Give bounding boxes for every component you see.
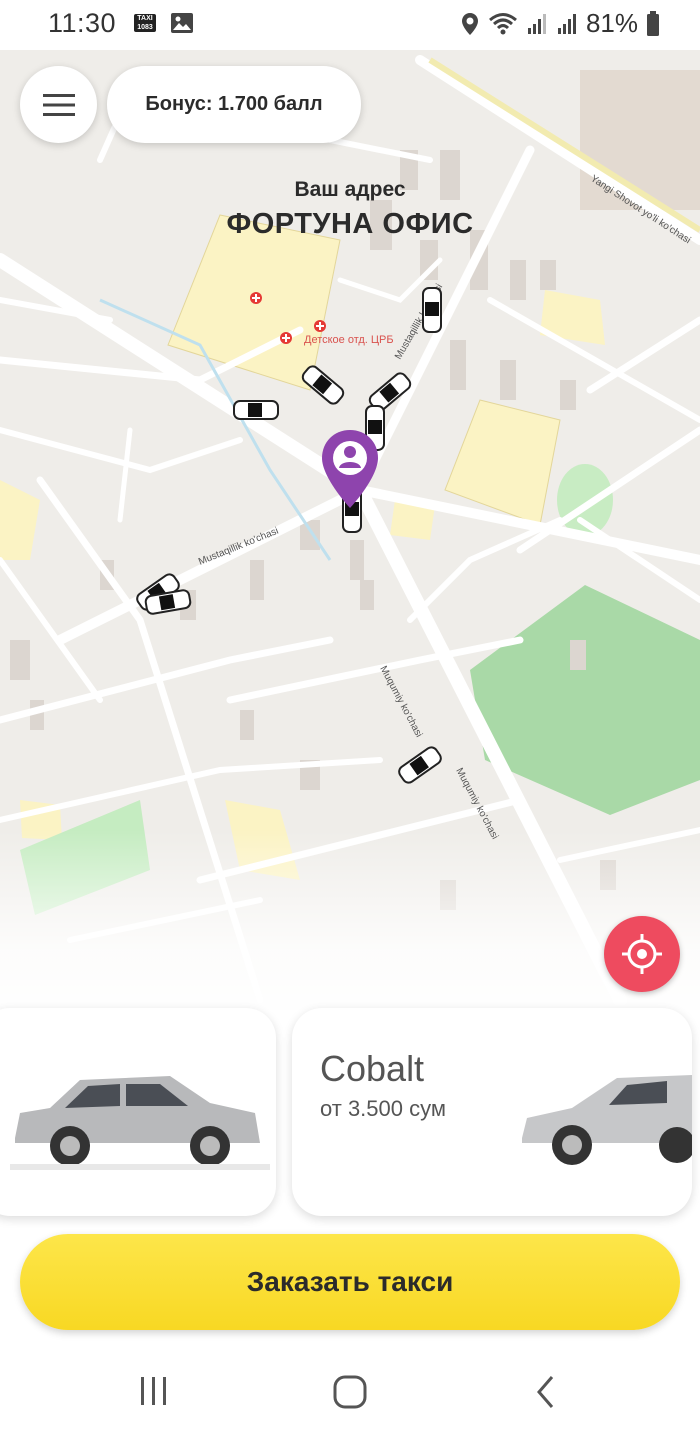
order-taxi-label: Заказать такси bbox=[246, 1266, 454, 1297]
signal-icon bbox=[557, 13, 576, 34]
back-icon[interactable] bbox=[534, 1374, 558, 1410]
system-nav-bar bbox=[0, 1346, 700, 1440]
car-name: Cobalt bbox=[320, 1048, 425, 1089]
car-card[interactable] bbox=[0, 1008, 276, 1216]
crosshair-locate-icon bbox=[622, 934, 662, 974]
menu-button[interactable] bbox=[20, 66, 97, 143]
user-location-pin-icon bbox=[320, 428, 380, 515]
home-icon[interactable] bbox=[332, 1374, 368, 1410]
clinic-label: Детское отд. ЦРБ bbox=[304, 334, 394, 346]
battery-icon bbox=[647, 10, 659, 36]
locate-button[interactable] bbox=[604, 916, 680, 992]
location-icon bbox=[461, 12, 478, 35]
taxi-app-icon: TAXI 1083 bbox=[134, 14, 156, 32]
gallery-icon bbox=[171, 13, 193, 33]
car-image bbox=[10, 1076, 270, 1170]
status-bar: 11:30 TAXI 1083 81% bbox=[0, 0, 700, 50]
address-caption: Ваш адрес bbox=[294, 178, 406, 201]
wifi-icon bbox=[488, 12, 517, 34]
address-title[interactable]: ФОРТУНА ОФИС bbox=[0, 208, 700, 241]
car-price: от 3.500 сум bbox=[320, 1096, 446, 1121]
order-taxi-button[interactable]: Заказать такси bbox=[20, 1234, 680, 1330]
car-image bbox=[522, 1075, 692, 1165]
recent-apps-icon[interactable] bbox=[138, 1374, 170, 1408]
hamburger-menu-icon bbox=[42, 93, 75, 116]
car-class-carousel[interactable]: Cobalt от 3.500 сум bbox=[0, 1008, 700, 1220]
battery-percent: 81% bbox=[585, 8, 638, 38]
bonus-badge[interactable]: Бонус: 1.700 балл bbox=[107, 66, 361, 143]
bonus-text: Бонус: 1.700 балл bbox=[145, 93, 323, 115]
status-time: 11:30 bbox=[48, 8, 117, 38]
signal-icon bbox=[527, 13, 546, 34]
car-card-cobalt[interactable]: Cobalt от 3.500 сум bbox=[292, 1008, 692, 1216]
map-fade bbox=[0, 830, 700, 1010]
